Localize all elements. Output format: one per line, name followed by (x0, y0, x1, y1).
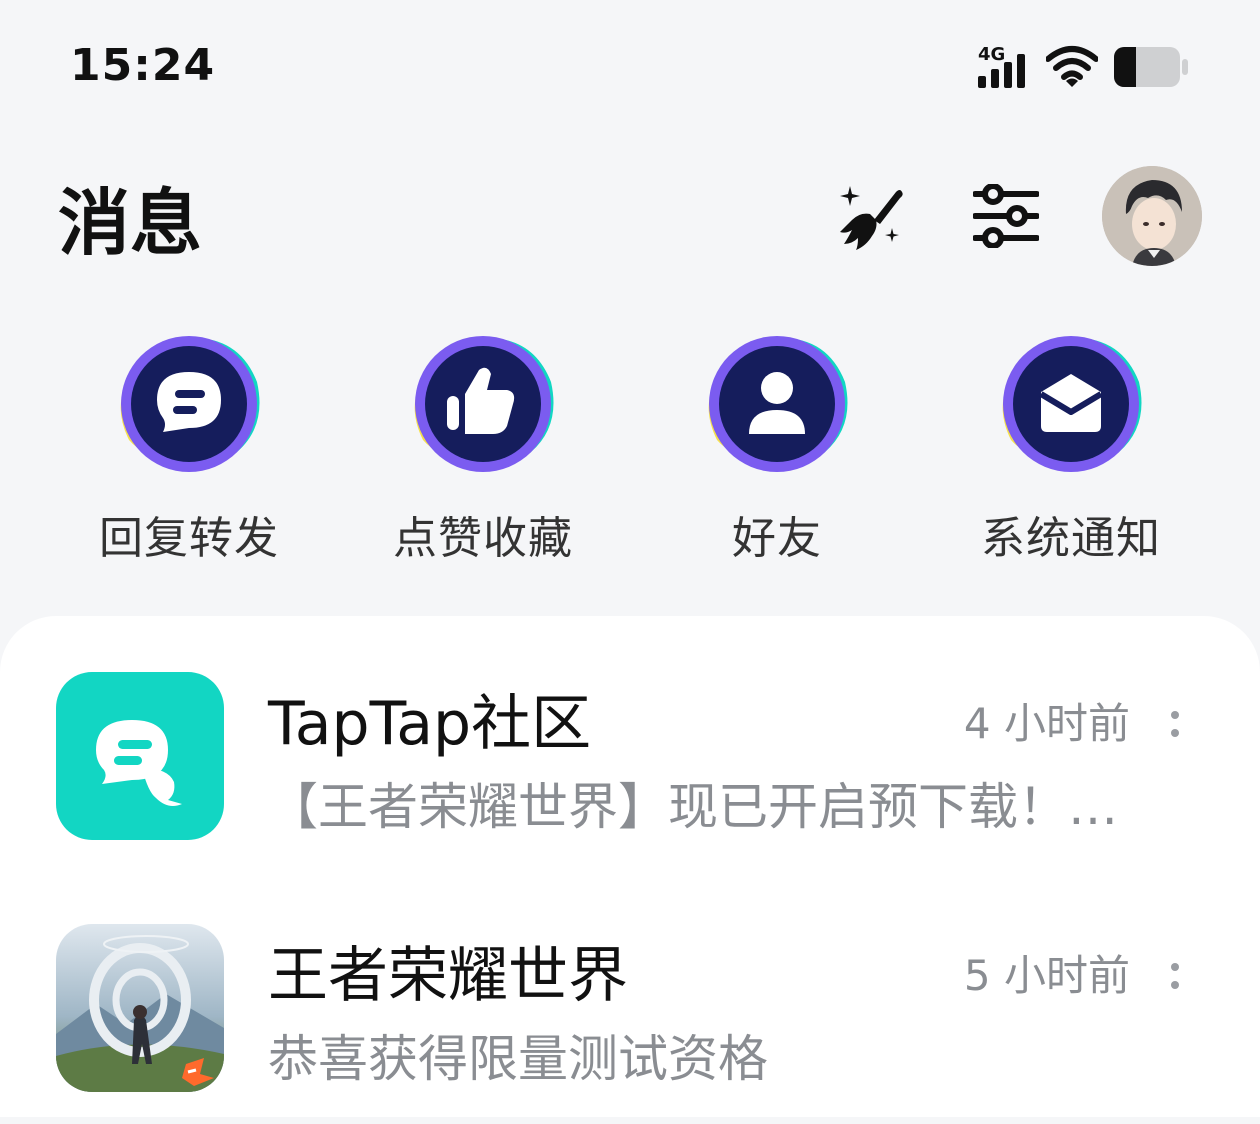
status-icons: 4G (976, 42, 1190, 92)
wifi-icon (1046, 46, 1098, 87)
broom-sparkle-icon (840, 186, 903, 250)
message-time: 4 小时前 (963, 699, 1130, 748)
message-preview: 【王者荣耀世界】现已开启预下载！… (268, 778, 1118, 836)
page-title: 消息 (58, 181, 203, 265)
more-options-button[interactable] (1160, 950, 1190, 1002)
quick-action-replies[interactable]: 回复转发 (42, 330, 336, 566)
quick-action-likes[interactable]: 点赞收藏 (336, 330, 630, 566)
quick-action-friends[interactable]: 好友 (630, 330, 924, 566)
thumbs-up-icon (414, 336, 554, 472)
chat-bubble-icon (120, 336, 260, 472)
battery-icon (1114, 47, 1188, 87)
header-actions (830, 166, 1202, 266)
list-item[interactable]: 王者荣耀世界 5 小时前 恭喜获得限量测试资格 (0, 924, 1260, 1124)
quick-action-system[interactable]: 系统通知 (924, 330, 1218, 566)
message-sender: 王者荣耀世界 (268, 941, 628, 1011)
clear-unread-button[interactable] (830, 176, 910, 256)
taptap-avatar (56, 672, 224, 840)
more-options-button[interactable] (1160, 698, 1190, 750)
game-cover-image (56, 924, 224, 1092)
signal-icon: 4G (978, 44, 1025, 88)
sliders-icon (973, 184, 1039, 248)
person-icon (708, 336, 848, 472)
envelope-icon (1002, 336, 1142, 472)
quick-action-label: 系统通知 (981, 513, 1161, 564)
user-avatar[interactable] (1102, 166, 1202, 266)
network-type-label: 4G (978, 44, 1005, 65)
quick-action-label: 回复转发 (99, 513, 279, 564)
message-time: 5 小时前 (963, 951, 1130, 1000)
quick-action-label: 点赞收藏 (393, 513, 573, 564)
filter-settings-button[interactable] (966, 176, 1046, 256)
message-preview: 恭喜获得限量测试资格 (268, 1030, 768, 1088)
more-dot (1171, 711, 1179, 719)
status-bar: 15:24 4G (0, 0, 1260, 130)
avatar-image (1102, 166, 1202, 266)
more-dot (1171, 981, 1179, 989)
taptap-chat-icon (56, 672, 224, 840)
quick-actions: 回复转发 点赞收藏 好友 系统通知 (42, 330, 1218, 566)
more-dot (1171, 729, 1179, 737)
message-sender: TapTap社区 (268, 689, 592, 759)
message-list: TapTap社区 4 小时前 【王者荣耀世界】现已开启预下载！… 王者荣耀世界 … (0, 616, 1260, 1117)
quick-action-label: 好友 (732, 513, 822, 564)
more-dot (1171, 963, 1179, 971)
game-avatar (56, 924, 224, 1092)
status-time: 15:24 (70, 40, 216, 91)
list-item[interactable]: TapTap社区 4 小时前 【王者荣耀世界】现已开启预下载！… (0, 672, 1260, 872)
